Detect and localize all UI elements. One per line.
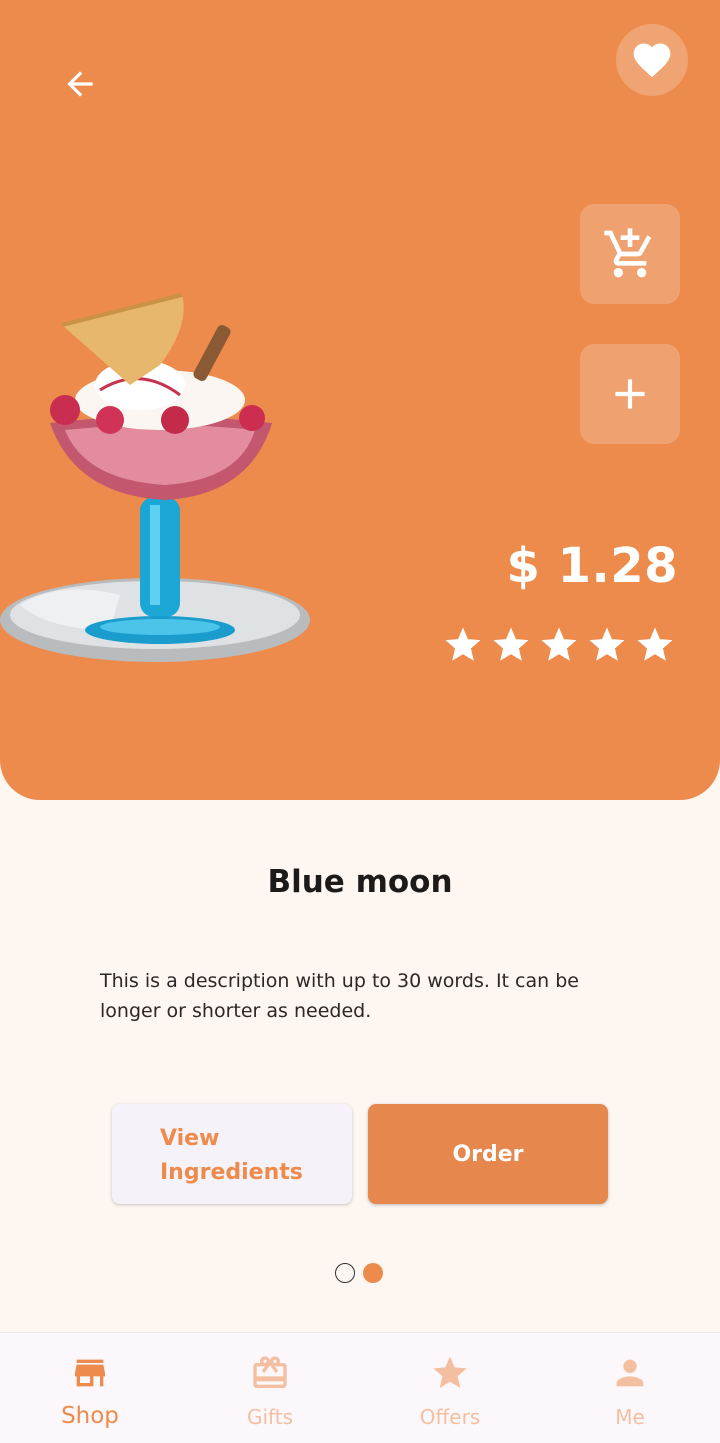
rating-star-icon: [589, 627, 625, 661]
nav-label-offers: Offers: [419, 1405, 481, 1429]
nav-item-shop[interactable]: Shop: [0, 1333, 180, 1443]
nav-item-gifts[interactable]: Gifts: [180, 1333, 360, 1443]
page-dot-2[interactable]: [363, 1263, 383, 1283]
cart-icon: [604, 228, 652, 278]
arrow-left-icon: [67, 71, 93, 97]
store-icon: [70, 1353, 110, 1393]
product-description: This is a description with up to 30 word…: [100, 970, 579, 1022]
product-price: $ 1.28: [506, 538, 678, 594]
nav-item-offers[interactable]: Offers: [360, 1333, 540, 1443]
rating-star-icon: [541, 627, 577, 661]
nav-label-me: Me: [615, 1405, 645, 1429]
page-indicator: [335, 1263, 383, 1283]
star-icon: [430, 1353, 470, 1393]
rating-stars: [442, 624, 676, 666]
nav-label-gifts: Gifts: [246, 1405, 293, 1429]
product-hero: $ 1.28: [0, 0, 720, 800]
rating-star-icon: [445, 627, 481, 661]
view-ingredients-button[interactable]: View Ingredients: [112, 1104, 352, 1204]
product-name: Blue moon: [267, 864, 453, 900]
order-button[interactable]: Order: [368, 1104, 608, 1204]
back-button[interactable]: [50, 54, 110, 114]
add-to-cart-button[interactable]: [580, 204, 680, 304]
plus-icon: [615, 379, 645, 409]
person-icon: [610, 1353, 650, 1393]
nav-item-me[interactable]: Me: [540, 1333, 720, 1443]
page-dot-1[interactable]: [335, 1263, 355, 1283]
add-button[interactable]: [580, 344, 680, 444]
nav-label-shop: Shop: [61, 1403, 119, 1429]
product-image: [0, 293, 310, 662]
rating-star-icon: [637, 627, 673, 661]
rating-star-icon: [493, 627, 529, 661]
favorite-button[interactable]: [616, 24, 688, 96]
bottom-navigation: Shop Gifts Offers Me: [0, 1332, 720, 1443]
heart-icon: [633, 43, 671, 78]
gift-icon: [250, 1353, 290, 1393]
